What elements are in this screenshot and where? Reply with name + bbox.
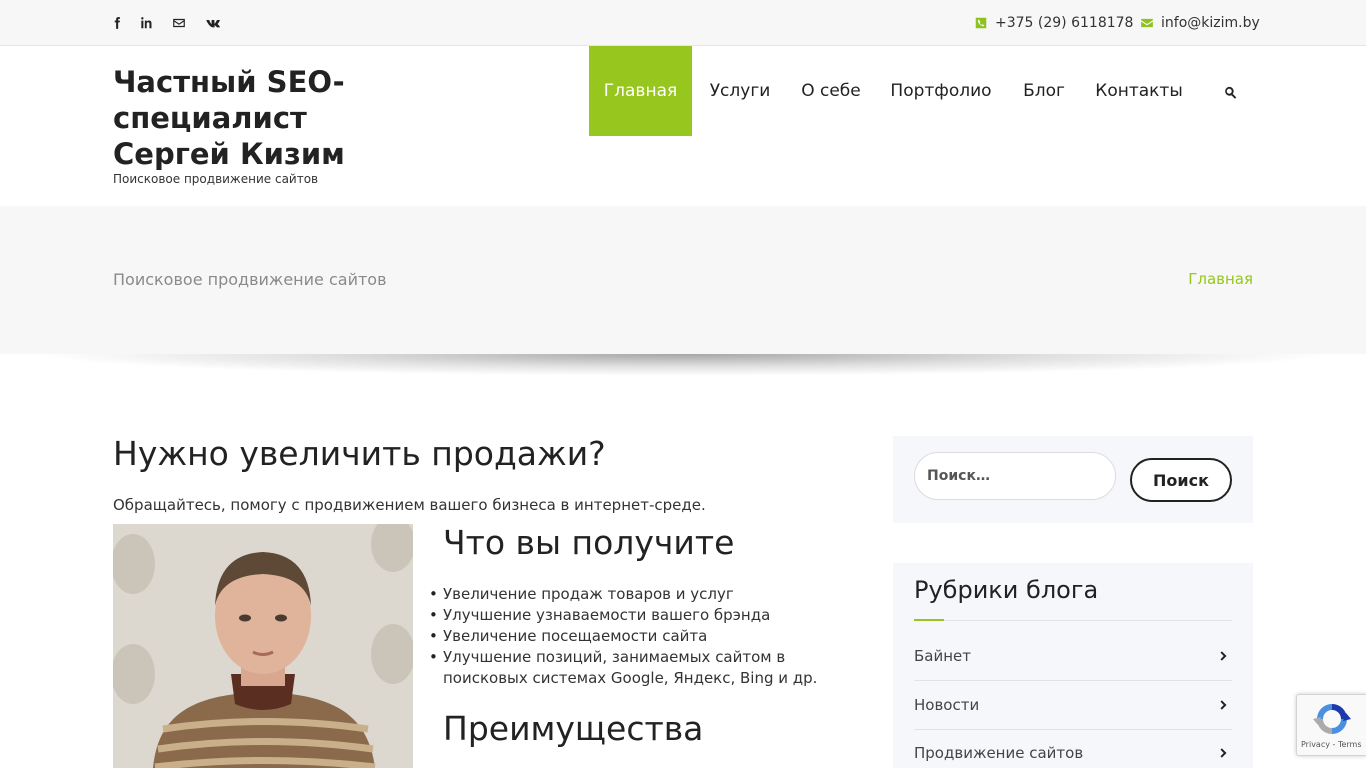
title-accent-line — [914, 619, 944, 621]
vk-icon[interactable] — [204, 15, 222, 31]
phone-icon — [975, 17, 987, 29]
nav-item-blog[interactable]: Блог — [1016, 46, 1072, 136]
chevron-right-icon — [1220, 651, 1227, 661]
band-shadow — [30, 354, 1336, 376]
nav-item-home[interactable]: Главная — [589, 46, 692, 136]
search-icon[interactable] — [1220, 82, 1240, 102]
category-item-baynet[interactable]: Байнет — [914, 632, 1232, 681]
site-tagline: Поисковое продвижение сайтов — [113, 172, 319, 186]
envelope-icon — [1141, 18, 1153, 28]
section-title-benefits: Что вы получите — [443, 523, 735, 562]
site-title[interactable]: Частный SEO-специалист Сергей Кизим — [113, 64, 433, 172]
title-divider — [944, 620, 1232, 621]
recaptcha-links[interactable]: Privacy - Terms — [1301, 740, 1362, 749]
category-item-news[interactable]: Новости — [914, 681, 1232, 730]
phone-number: +375 (29) 6118178 — [995, 15, 1134, 31]
benefit-item: Увеличение посещаемости сайта — [429, 626, 873, 647]
category-label: Байнет — [914, 647, 972, 665]
benefit-item: Улучшение узнаваемости вашего брэнда — [429, 605, 873, 626]
page-title: Поисковое продвижение сайтов — [113, 270, 387, 289]
email-address: info@kizim.by — [1161, 15, 1260, 31]
main-heading: Нужно увеличить продажи? — [113, 434, 606, 473]
breadcrumb-home[interactable]: Главная — [1150, 270, 1253, 288]
benefits-list: Увеличение продаж товаров и услуг Улучше… — [429, 584, 873, 689]
chevron-right-icon — [1220, 748, 1227, 758]
nav-item-services[interactable]: Услуги — [702, 46, 778, 136]
facebook-icon[interactable] — [109, 15, 125, 31]
portrait-photo — [113, 524, 413, 768]
lead-text: Обращайтесь, помогу с продвижением вашег… — [113, 496, 706, 514]
recaptcha-icon — [1313, 704, 1351, 734]
category-label: Продвижение сайтов — [914, 744, 1084, 762]
nav-item-portfolio[interactable]: Портфолио — [884, 46, 998, 136]
benefit-item: Улучшение позиций, занимаемых сайтом в п… — [429, 647, 873, 689]
linkedin-icon[interactable] — [138, 15, 154, 31]
section-title-advantages: Преимущества — [443, 709, 704, 748]
category-label: Новости — [914, 696, 980, 714]
categories-title: Рубрики блога — [914, 576, 1099, 604]
category-item-seo[interactable]: Продвижение сайтов — [914, 729, 1232, 777]
benefit-item: Увеличение продаж товаров и услуг — [429, 584, 873, 605]
email-icon[interactable] — [171, 15, 187, 31]
email-contact[interactable]: info@kizim.by — [1140, 13, 1260, 33]
phone-contact[interactable]: +375 (29) 6118178 — [974, 13, 1133, 33]
search-input[interactable] — [914, 452, 1116, 500]
chevron-right-icon — [1220, 700, 1227, 710]
nav-item-contacts[interactable]: Контакты — [1088, 46, 1190, 136]
search-button[interactable]: Поиск — [1130, 458, 1232, 502]
nav-item-about[interactable]: О себе — [794, 46, 868, 136]
